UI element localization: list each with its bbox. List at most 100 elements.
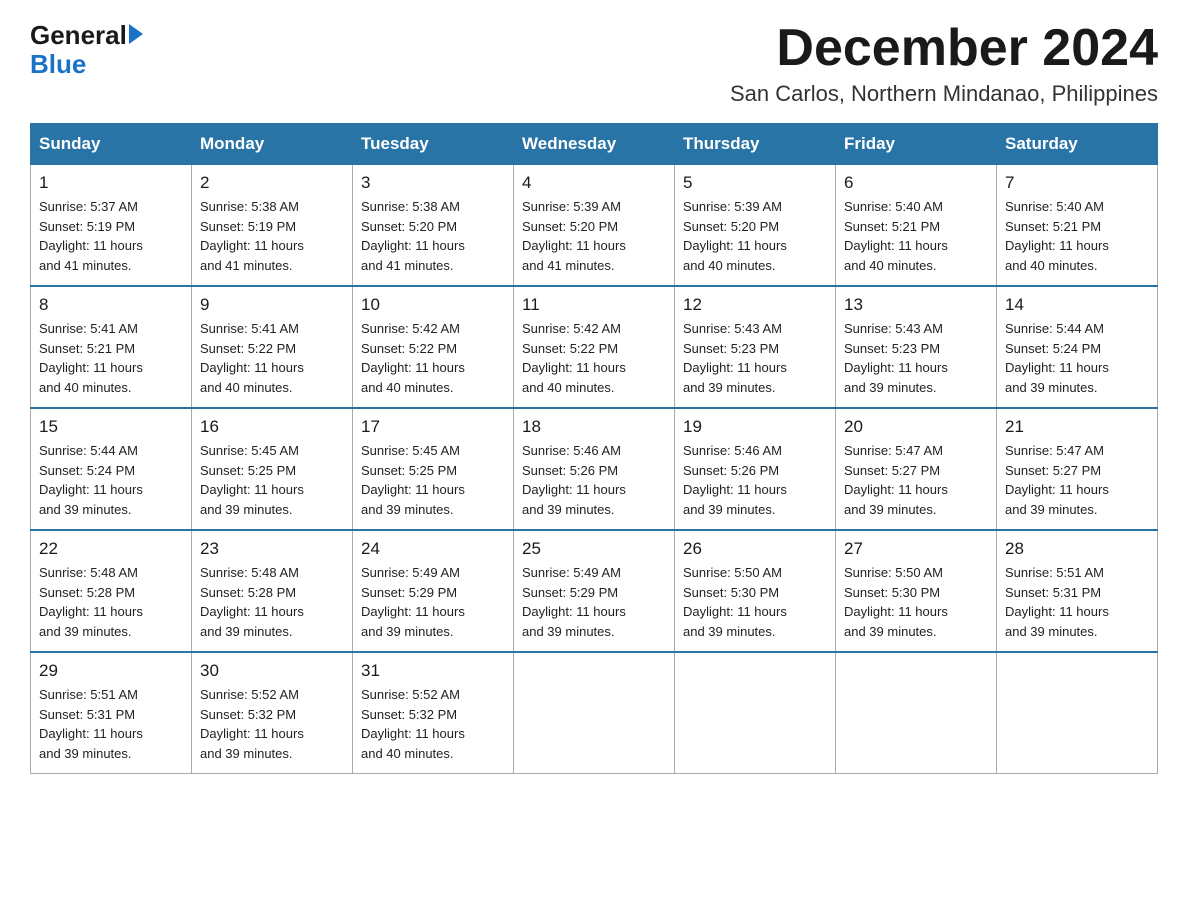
logo-general-text: General (30, 20, 127, 51)
calendar-header-friday: Friday (836, 124, 997, 165)
calendar-day-cell: 22 Sunrise: 5:48 AMSunset: 5:28 PMDayligh… (31, 530, 192, 652)
calendar-day-cell (836, 652, 997, 774)
calendar-week-row: 29 Sunrise: 5:51 AMSunset: 5:31 PMDayligh… (31, 652, 1158, 774)
calendar-header-row: SundayMondayTuesdayWednesdayThursdayFrid… (31, 124, 1158, 165)
calendar-week-row: 15 Sunrise: 5:44 AMSunset: 5:24 PMDayligh… (31, 408, 1158, 530)
page-header: General Blue December 2024 San Carlos, N… (30, 20, 1158, 107)
calendar-day-cell: 27Sunrise: 5:50 AMSunset: 5:30 PMDayligh… (836, 530, 997, 652)
day-info: Sunrise: 5:48 AMSunset: 5:28 PMDaylight:… (200, 563, 344, 641)
day-info: Sunrise: 5:50 AMSunset: 5:30 PMDaylight:… (683, 563, 827, 641)
calendar-day-cell: 13 Sunrise: 5:43 AMSunset: 5:23 PMDayligh… (836, 286, 997, 408)
calendar-day-cell: 18 Sunrise: 5:46 AMSunset: 5:26 PMDayligh… (514, 408, 675, 530)
day-number: 13 (844, 295, 988, 315)
day-info: Sunrise: 5:44 AMSunset: 5:24 PMDaylight:… (39, 441, 183, 519)
day-info: Sunrise: 5:39 AMSunset: 5:20 PMDaylight:… (683, 197, 827, 275)
day-info: Sunrise: 5:46 AMSunset: 5:26 PMDaylight:… (522, 441, 666, 519)
calendar-header-monday: Monday (192, 124, 353, 165)
calendar-day-cell: 9 Sunrise: 5:41 AMSunset: 5:22 PMDaylight… (192, 286, 353, 408)
day-number: 10 (361, 295, 505, 315)
day-info: Sunrise: 5:42 AMSunset: 5:22 PMDaylight:… (361, 319, 505, 397)
day-number: 8 (39, 295, 183, 315)
day-info: Sunrise: 5:47 AMSunset: 5:27 PMDaylight:… (1005, 441, 1149, 519)
day-info: Sunrise: 5:38 AMSunset: 5:19 PMDaylight:… (200, 197, 344, 275)
day-number: 17 (361, 417, 505, 437)
calendar-day-cell: 25 Sunrise: 5:49 AMSunset: 5:29 PMDayligh… (514, 530, 675, 652)
day-number: 19 (683, 417, 827, 437)
calendar-day-cell: 8 Sunrise: 5:41 AMSunset: 5:21 PMDaylight… (31, 286, 192, 408)
calendar-day-cell: 2Sunrise: 5:38 AMSunset: 5:19 PMDaylight… (192, 165, 353, 287)
calendar-week-row: 1Sunrise: 5:37 AMSunset: 5:19 PMDaylight… (31, 165, 1158, 287)
day-number: 11 (522, 295, 666, 315)
day-number: 26 (683, 539, 827, 559)
day-number: 12 (683, 295, 827, 315)
day-info: Sunrise: 5:45 AMSunset: 5:25 PMDaylight:… (200, 441, 344, 519)
day-info: Sunrise: 5:39 AMSunset: 5:20 PMDaylight:… (522, 197, 666, 275)
day-info: Sunrise: 5:43 AMSunset: 5:23 PMDaylight:… (844, 319, 988, 397)
calendar-header-sunday: Sunday (31, 124, 192, 165)
day-info: Sunrise: 5:44 AMSunset: 5:24 PMDaylight:… (1005, 319, 1149, 397)
day-number: 18 (522, 417, 666, 437)
calendar-day-cell: 16 Sunrise: 5:45 AMSunset: 5:25 PMDayligh… (192, 408, 353, 530)
day-number: 24 (361, 539, 505, 559)
day-number: 15 (39, 417, 183, 437)
day-info: Sunrise: 5:40 AMSunset: 5:21 PMDaylight:… (844, 197, 988, 275)
calendar-header-tuesday: Tuesday (353, 124, 514, 165)
day-number: 30 (200, 661, 344, 681)
day-number: 16 (200, 417, 344, 437)
day-info: Sunrise: 5:40 AMSunset: 5:21 PMDaylight:… (1005, 197, 1149, 275)
calendar-day-cell: 15 Sunrise: 5:44 AMSunset: 5:24 PMDayligh… (31, 408, 192, 530)
day-number: 6 (844, 173, 988, 193)
logo-arrow-icon (129, 24, 143, 44)
calendar-day-cell: 19 Sunrise: 5:46 AMSunset: 5:26 PMDayligh… (675, 408, 836, 530)
day-number: 23 (200, 539, 344, 559)
day-info: Sunrise: 5:50 AMSunset: 5:30 PMDaylight:… (844, 563, 988, 641)
day-number: 14 (1005, 295, 1149, 315)
logo-blue-text: Blue (30, 51, 143, 77)
day-info: Sunrise: 5:51 AMSunset: 5:31 PMDaylight:… (39, 685, 183, 763)
title-section: December 2024 San Carlos, Northern Minda… (730, 20, 1158, 107)
calendar-day-cell: 4 Sunrise: 5:39 AMSunset: 5:20 PMDaylight… (514, 165, 675, 287)
calendar-header-thursday: Thursday (675, 124, 836, 165)
day-number: 3 (361, 173, 505, 193)
logo: General Blue (30, 20, 143, 77)
calendar-day-cell: 5Sunrise: 5:39 AMSunset: 5:20 PMDaylight… (675, 165, 836, 287)
day-info: Sunrise: 5:42 AMSunset: 5:22 PMDaylight:… (522, 319, 666, 397)
calendar-day-cell: 21 Sunrise: 5:47 AMSunset: 5:27 PMDayligh… (997, 408, 1158, 530)
calendar-header-wednesday: Wednesday (514, 124, 675, 165)
day-info: Sunrise: 5:43 AMSunset: 5:23 PMDaylight:… (683, 319, 827, 397)
calendar-day-cell: 1Sunrise: 5:37 AMSunset: 5:19 PMDaylight… (31, 165, 192, 287)
calendar-day-cell: 20 Sunrise: 5:47 AMSunset: 5:27 PMDayligh… (836, 408, 997, 530)
calendar-day-cell: 29 Sunrise: 5:51 AMSunset: 5:31 PMDayligh… (31, 652, 192, 774)
day-info: Sunrise: 5:48 AMSunset: 5:28 PMDaylight:… (39, 563, 183, 641)
day-info: Sunrise: 5:51 AMSunset: 5:31 PMDaylight:… (1005, 563, 1149, 641)
day-info: Sunrise: 5:41 AMSunset: 5:22 PMDaylight:… (200, 319, 344, 397)
calendar-day-cell: 26 Sunrise: 5:50 AMSunset: 5:30 PMDayligh… (675, 530, 836, 652)
day-info: Sunrise: 5:38 AMSunset: 5:20 PMDaylight:… (361, 197, 505, 275)
day-number: 29 (39, 661, 183, 681)
calendar-day-cell: 6 Sunrise: 5:40 AMSunset: 5:21 PMDaylight… (836, 165, 997, 287)
calendar-week-row: 8 Sunrise: 5:41 AMSunset: 5:21 PMDaylight… (31, 286, 1158, 408)
day-number: 21 (1005, 417, 1149, 437)
calendar-header-saturday: Saturday (997, 124, 1158, 165)
calendar-day-cell: 30 Sunrise: 5:52 AMSunset: 5:32 PMDayligh… (192, 652, 353, 774)
day-number: 7 (1005, 173, 1149, 193)
day-number: 28 (1005, 539, 1149, 559)
day-info: Sunrise: 5:47 AMSunset: 5:27 PMDaylight:… (844, 441, 988, 519)
day-number: 9 (200, 295, 344, 315)
day-info: Sunrise: 5:49 AMSunset: 5:29 PMDaylight:… (522, 563, 666, 641)
day-info: Sunrise: 5:52 AMSunset: 5:32 PMDaylight:… (361, 685, 505, 763)
day-number: 25 (522, 539, 666, 559)
day-info: Sunrise: 5:46 AMSunset: 5:26 PMDaylight:… (683, 441, 827, 519)
calendar-day-cell: 3 Sunrise: 5:38 AMSunset: 5:20 PMDaylight… (353, 165, 514, 287)
day-info: Sunrise: 5:52 AMSunset: 5:32 PMDaylight:… (200, 685, 344, 763)
calendar-day-cell: 23 Sunrise: 5:48 AMSunset: 5:28 PMDayligh… (192, 530, 353, 652)
day-info: Sunrise: 5:37 AMSunset: 5:19 PMDaylight:… (39, 197, 183, 275)
day-number: 22 (39, 539, 183, 559)
calendar-day-cell: 11 Sunrise: 5:42 AMSunset: 5:22 PMDayligh… (514, 286, 675, 408)
day-info: Sunrise: 5:41 AMSunset: 5:21 PMDaylight:… (39, 319, 183, 397)
calendar-table: SundayMondayTuesdayWednesdayThursdayFrid… (30, 123, 1158, 774)
location-title: San Carlos, Northern Mindanao, Philippin… (730, 81, 1158, 107)
day-number: 4 (522, 173, 666, 193)
calendar-day-cell (997, 652, 1158, 774)
day-number: 20 (844, 417, 988, 437)
